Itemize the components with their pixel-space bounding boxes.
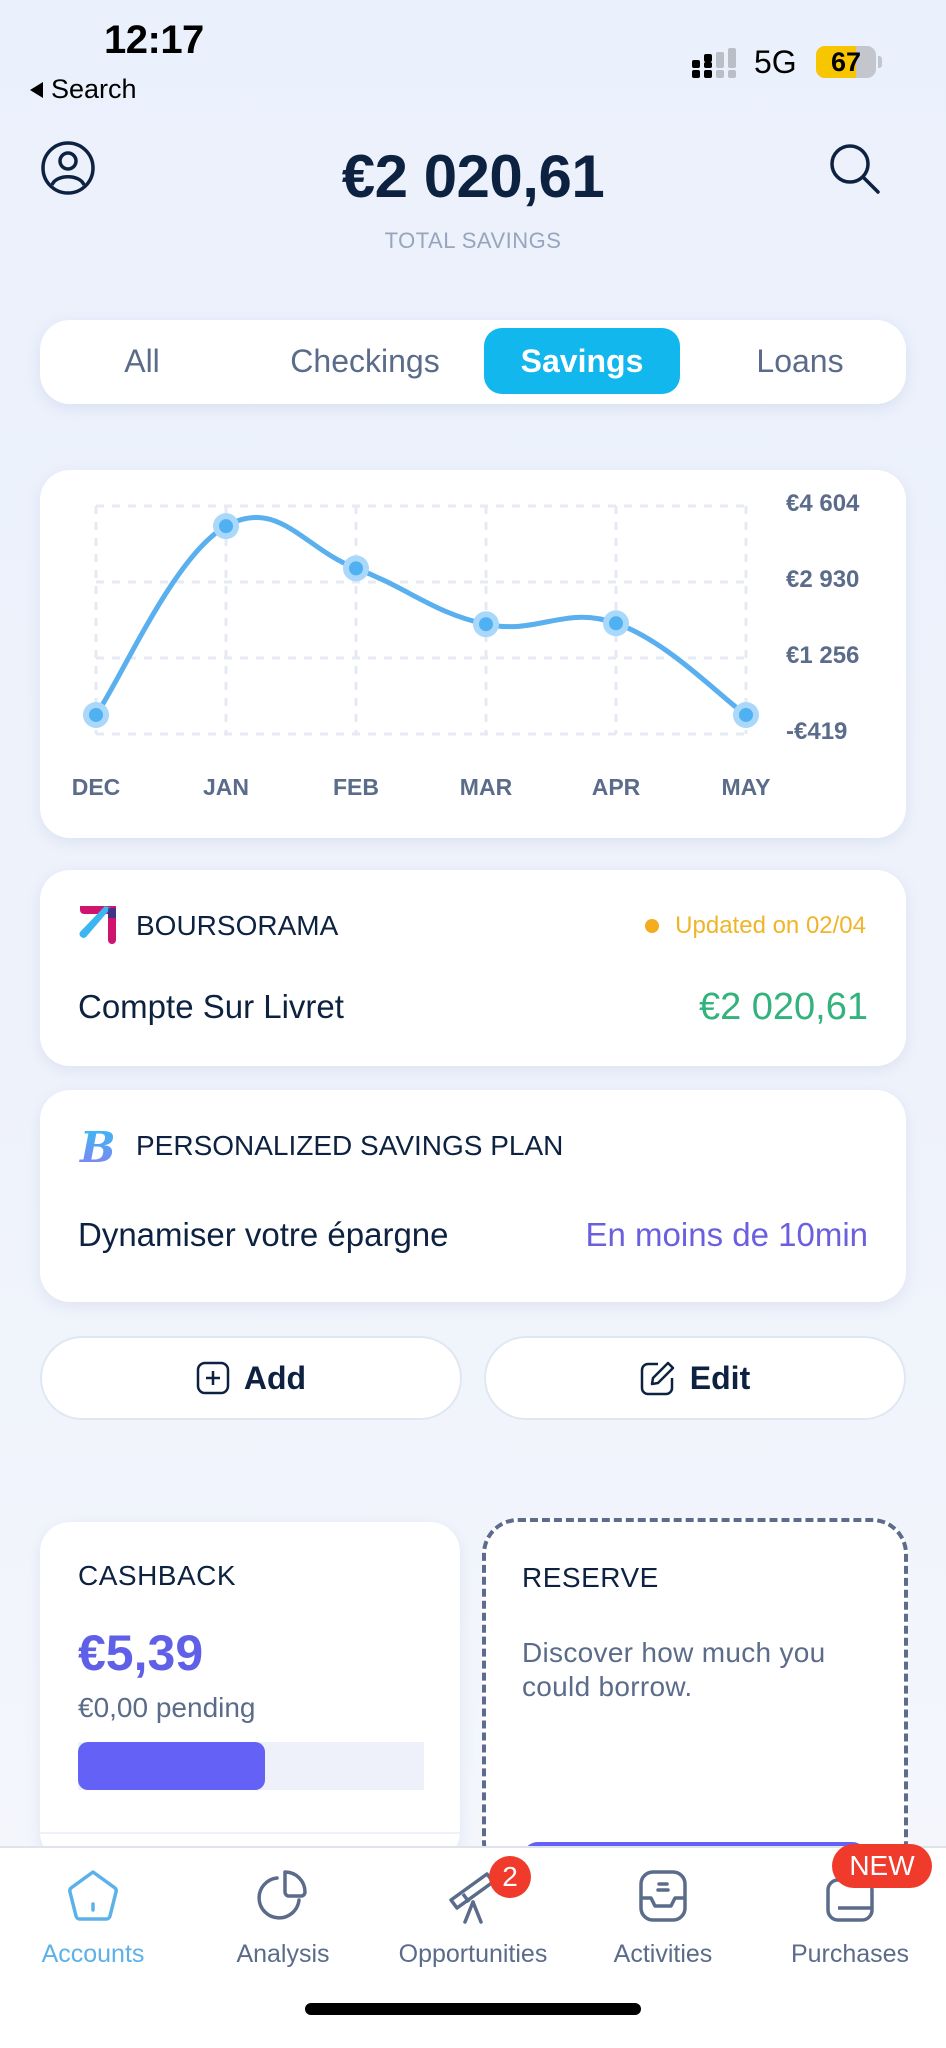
signal-icon [692,48,736,78]
bank-name: BOURSORAMA [136,910,339,941]
cashback-progress-bar [78,1742,424,1790]
total-savings-label: TOTAL SAVINGS [384,228,562,253]
edit-accounts-button[interactable]: Edit [484,1336,906,1420]
account-name: Compte Sur Livret [78,988,344,1025]
add-account-button[interactable]: Add [40,1336,462,1420]
cashback-title: CASHBACK [78,1560,237,1591]
update-status-text: Updated on 02/04 [675,912,866,939]
opportunities-badge: 2 [489,1856,531,1898]
add-label: Add [243,1359,307,1396]
y-tick-label: -€419 [786,718,848,745]
cashback-pending: €0,00 pending [78,1692,256,1723]
battery-tip [878,56,882,68]
y-tick-label: €4 604 [786,490,860,517]
battery-icon: 67 [816,46,876,78]
x-tick-label: DEC [71,774,121,800]
edit-label: Edit [689,1359,751,1396]
account-type-tabs: All Checkings Savings Loans [40,320,906,404]
nav-accounts-label: Accounts [41,1940,145,1968]
status-time: 12:17 [104,18,204,62]
inbox-icon [639,1870,687,1922]
data-point-feb[interactable] [343,555,369,582]
home-icon [68,1870,118,1921]
boursorama-logo-icon [79,906,116,944]
x-tick-label: APR [591,774,641,800]
nav-activities-label: Activities [613,1940,713,1968]
savings-plan-card[interactable]: B PERSONALIZED SAVINGS PLAN Dynamiser vo… [40,1090,906,1302]
network-type: 5G [754,44,797,80]
cashback-amount: €5,39 [78,1625,204,1681]
data-point-jan[interactable] [213,513,239,540]
reserve-title: RESERVE [522,1562,659,1593]
data-point-apr[interactable] [603,610,629,637]
plan-cta-link[interactable]: En moins de 10min [586,1216,868,1254]
status-dot-icon [645,919,660,933]
cashback-divider [40,1832,460,1834]
data-point-may[interactable] [733,701,759,728]
plus-square-icon [196,1361,230,1395]
y-tick-label: €1 256 [786,641,860,669]
cashback-progress-fill [78,1742,265,1790]
bottom-tab-bar: Accounts Analysis Opportunities 2 Activi… [0,1844,946,2048]
nav-purchases-label: Purchases [790,1940,910,1968]
x-tick-label: MAY [721,774,771,800]
nav-opportunities[interactable]: Opportunities 2 [383,1856,563,1969]
reserve-card[interactable]: RESERVE Discover how much you could borr… [482,1518,908,1882]
nav-purchases[interactable]: Purchases NEW [760,1844,940,1969]
battery-percent: 67 [830,47,862,77]
series-line [93,514,749,718]
total-savings-amount: €2 020,61 [341,143,605,210]
tab-checkings[interactable]: Checkings [260,328,470,394]
back-arrow-icon [30,81,43,98]
x-tick-label: JAN [202,774,249,800]
purchases-new-badge: NEW [832,1844,932,1888]
b-logo-icon: B [79,1124,114,1168]
svg-text:B: B [79,1124,114,1168]
savings-chart-card: €4 604 €2 930 €1 256 -€419 DEC JAN FEB MAR APR M… [40,470,906,838]
account-card-boursorama[interactable]: BOURSORAMA Updated on 02/04 Compte Sur L… [40,870,906,1066]
account-balance: €2 020,61 [698,986,868,1028]
x-tick-label: MAR [459,774,513,800]
cashback-card[interactable]: CASHBACK €5,39 €0,00 pending [40,1522,460,1862]
data-point-dec[interactable] [83,701,109,728]
plan-title: PERSONALIZED SAVINGS PLAN [136,1130,564,1161]
pie-chart-icon [257,1870,307,1920]
edit-icon [640,1361,675,1396]
x-tick-label: FEB [333,774,379,800]
y-tick-label: €2 930 [786,565,860,593]
tab-all[interactable]: All [92,328,192,394]
nav-analysis[interactable]: Analysis [193,1866,373,1969]
home-indicator [305,2003,641,2015]
nav-accounts[interactable]: Accounts [3,1866,183,1969]
data-point-mar[interactable] [473,611,499,638]
nav-analysis-label: Analysis [236,1940,330,1968]
nav-activities[interactable]: Activities [573,1866,753,1969]
reserve-description: Discover how much you could borrow. [522,1637,826,1702]
tab-loans[interactable]: Loans [730,328,870,394]
nav-opportunities-label: Opportunities [398,1940,548,1968]
back-label: Search [51,74,137,104]
back-to-search-link[interactable]: Search [30,74,137,105]
tab-savings[interactable]: Savings [484,328,680,394]
update-status: Updated on 02/04 [645,912,866,940]
plan-description: Dynamiser votre épargne [78,1216,449,1253]
